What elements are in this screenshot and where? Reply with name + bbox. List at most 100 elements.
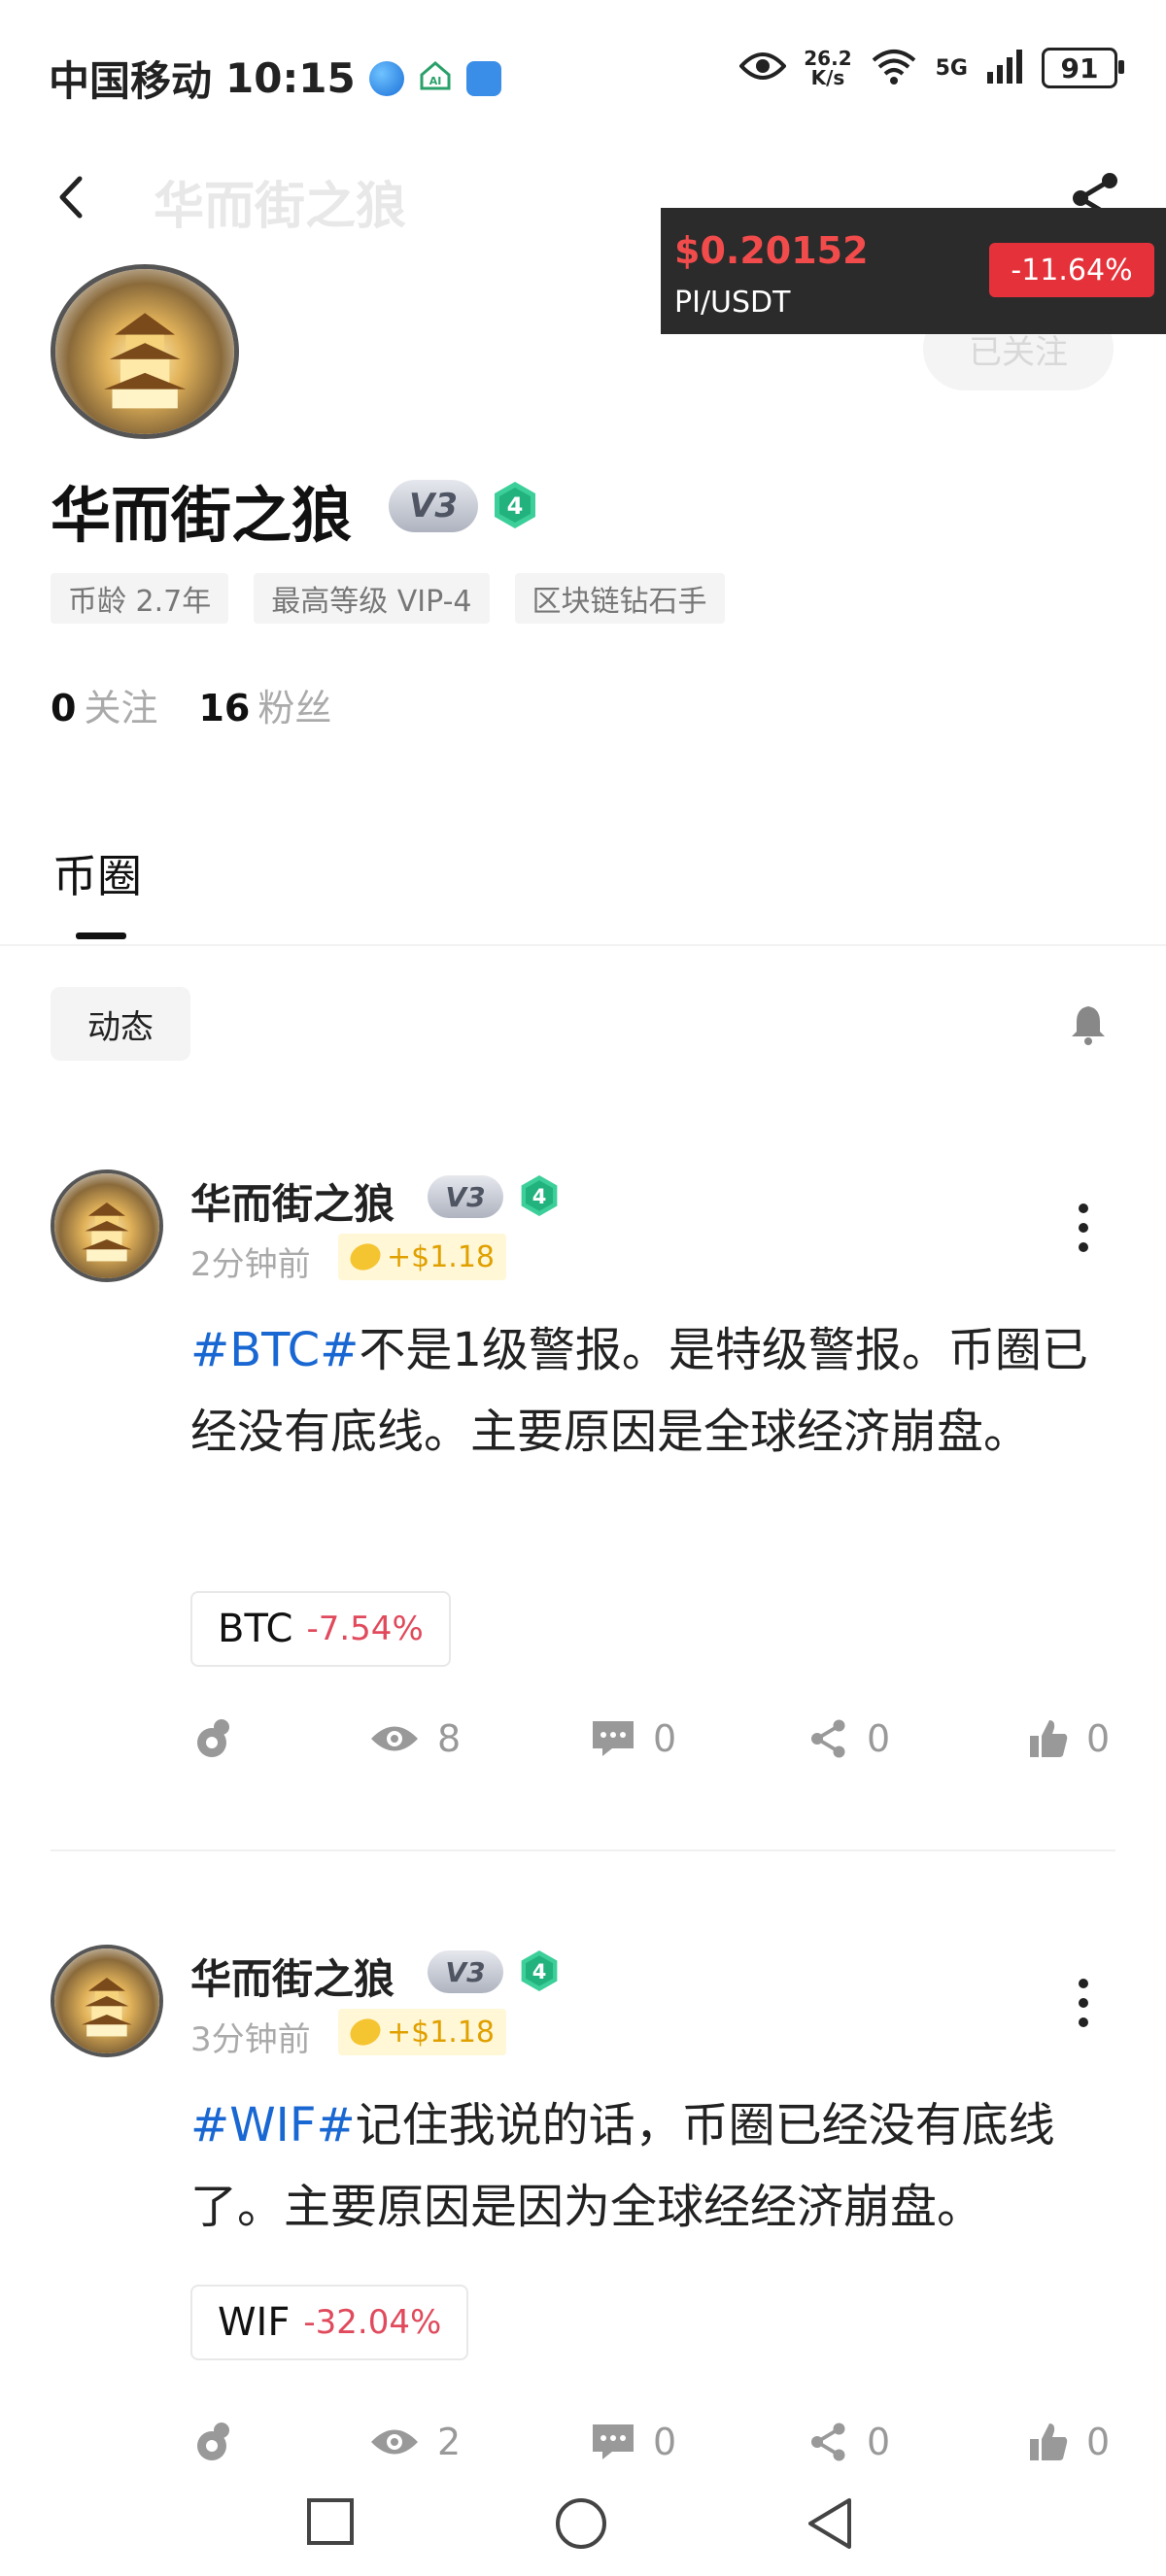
following-label: 关注 [84,687,158,729]
comments-count: 0 [653,1717,677,1760]
thumbs-up-icon [1030,1720,1068,1757]
circle-icon [556,2498,606,2549]
post-author-name[interactable]: 华而街之狼 [190,1947,394,2006]
browser-app-icon [368,60,404,96]
post-content[interactable]: #WIF#记住我说的话，币圈已经没有底线了。主要原因是因为全球经经济崩盘。 [190,2085,1123,2248]
coin-icon [346,2014,385,2051]
followers-stat[interactable]: 16 粉丝 [198,678,331,731]
network-speed-unit: K/s [810,66,845,89]
level-badge: 4 [492,480,538,530]
back-nav-button[interactable] [805,2496,863,2555]
id-card-app-icon [465,60,501,96]
coin-change: -32.04% [303,2303,442,2342]
following-count: 0 [51,687,77,729]
post-author-name[interactable]: 华而街之狼 [190,1171,394,1231]
more-vertical-icon [1079,1979,1088,2027]
repost-button[interactable] [190,2421,233,2463]
profile-stats: 0 关注 16 粉丝 [51,678,331,731]
post-hashtag[interactable]: #WIF# [190,2098,356,2152]
post-author-avatar[interactable] [51,1169,163,1282]
level-badge: 4 [519,1173,566,1224]
battery-indicator: 91 [1042,48,1124,88]
carrier-name: 中国移动 [49,57,213,105]
reward-badge: +$1.18 [338,2009,507,2055]
repost-icon [197,2423,229,2460]
filter-dynamic-chip[interactable]: 动态 [51,987,190,1061]
triangle-back-icon [808,2498,851,2549]
tag-diamond-hands: 区块链钻石手 [514,573,725,624]
vip-badge: V3 [428,1175,503,1218]
comment-icon [593,2424,634,2459]
post-item: 华而街之狼 V3 4 2分钟前 +$1.18 #BTC#不是1级警报。是特级警报… [0,1169,1166,1851]
post-item: 华而街之狼 V3 4 3分钟前 +$1.18 #WIF#记住我说的话，币圈已经没… [0,1945,1166,2467]
status-bar: 中国移动 10:15 AI 26.2 K/s 5G 91 [0,0,1166,146]
coin-chip[interactable]: BTC -7.54% [190,1591,451,1667]
coin-change: -7.54% [306,1610,424,1648]
more-vertical-icon [1079,1203,1088,1252]
eye-icon [371,2429,418,2455]
likes-count: 0 [1086,1717,1111,1760]
more-options-button[interactable] [1069,1199,1098,1257]
level-number: 4 [532,1960,547,1983]
profile-tags: 币龄 2.7年 最高等级 VIP-4 区块链钻石手 [51,573,725,624]
bell-button[interactable] [1069,1002,1108,1045]
post-time: 2分钟前 [190,1245,311,1284]
comments-count: 0 [653,2421,677,2463]
views-count: 2 [437,2421,462,2463]
temple-image [82,1977,132,2037]
like-button[interactable]: 0 [1028,2421,1110,2463]
divider [0,944,1166,946]
comment-button[interactable]: 0 [591,1717,676,1760]
views-stat: 2 [369,2421,461,2463]
shares-count: 0 [867,2421,891,2463]
tag-highest-vip: 最高等级 VIP-4 [254,573,490,624]
thumbs-up-icon [1030,2423,1068,2460]
views-stat: 8 [369,1717,461,1760]
system-nav-bar [0,2467,1166,2576]
post-author-avatar[interactable] [51,1945,163,2057]
coin-chip[interactable]: WIF -32.04% [190,2285,469,2360]
following-stat[interactable]: 0 关注 [51,678,157,731]
views-count: 8 [437,1717,462,1760]
recents-button[interactable] [305,2496,363,2555]
more-options-button[interactable] [1069,1974,1098,2032]
bell-icon [1072,1006,1105,1045]
reward-amount: +$1.18 [387,1239,496,1274]
network-speed-value: 26.2 [804,47,852,70]
coin-symbol: BTC [218,1607,293,1651]
share-icon [811,2423,845,2461]
temple-image [82,1202,132,1262]
post-hashtag[interactable]: #BTC# [190,1323,359,1377]
tab-active-indicator [76,932,126,939]
status-left: 中国移动 10:15 AI [49,49,501,108]
tab-coin-circle[interactable]: 币圈 [52,841,142,905]
share-post-button[interactable]: 0 [808,2421,890,2463]
temple-image [103,313,187,409]
comment-button[interactable]: 0 [591,2421,676,2463]
profile-avatar[interactable] [51,264,239,439]
level-number: 4 [532,1185,547,1208]
shares-count: 0 [867,1717,891,1760]
ticker-change-badge: -11.64% [989,243,1154,297]
battery-level: 91 [1060,51,1099,85]
back-button[interactable] [56,173,95,221]
repost-icon [197,1719,229,1757]
eye-icon [371,1726,418,1751]
share-post-button[interactable]: 0 [808,1717,890,1760]
post-content[interactable]: #BTC#不是1级警报。是特级警报。币圈已经没有底线。主要原因是全球经济崩盘。 [190,1309,1123,1473]
repost-button[interactable] [190,1717,233,1760]
vip-badge: V3 [389,480,478,532]
price-ticker-widget[interactable]: $0.20152 PI/USDT -11.64% [661,208,1166,334]
share-icon [811,1719,845,1758]
post-actions: 8 0 0 0 [190,1717,1123,1776]
ticker-pair: PI/USDT [674,286,791,320]
status-right: 26.2 K/s 5G 91 [738,47,1124,89]
home-button[interactable] [554,2496,612,2555]
wifi-icon [870,47,918,89]
square-icon [307,2498,354,2545]
post-divider [51,1849,1115,1851]
comment-icon [593,1721,634,1756]
ticker-price: $0.20152 [674,229,869,272]
followers-count: 16 [198,687,251,729]
like-button[interactable]: 0 [1028,1717,1110,1760]
